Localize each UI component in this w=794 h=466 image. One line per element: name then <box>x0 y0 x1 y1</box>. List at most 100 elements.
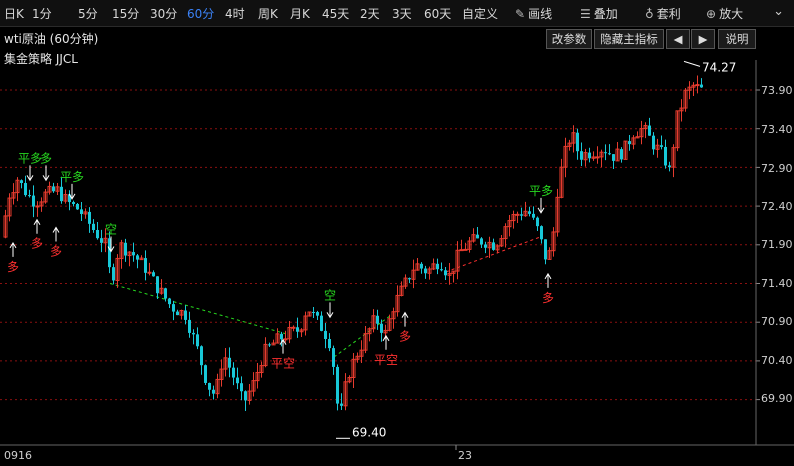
candle-body <box>204 365 207 383</box>
period-1m[interactable]: 1分 <box>32 5 52 22</box>
candle-body <box>72 202 75 204</box>
high-marker-line <box>683 60 701 67</box>
y-tick-label: 69.90 <box>761 392 793 405</box>
help-button[interactable]: 说明 <box>718 29 756 49</box>
candle-body <box>440 269 443 271</box>
candle-body <box>380 323 383 333</box>
signal-label: 多 <box>7 260 19 274</box>
candle-body <box>188 319 191 333</box>
candle-body <box>595 156 600 159</box>
candle-body <box>515 213 520 216</box>
chevron-down-icon[interactable]: ⌄ <box>773 4 784 19</box>
prev-button[interactable]: ◀ <box>666 29 690 49</box>
draw-line-button[interactable]: ✎ 画线 <box>515 5 552 22</box>
candle-body <box>668 165 671 168</box>
candle-body <box>124 242 127 256</box>
pencil-icon: ✎ <box>515 7 526 21</box>
next-button[interactable]: ▶ <box>691 29 715 49</box>
candle-body <box>648 125 651 136</box>
y-tick-label: 72.40 <box>761 200 793 213</box>
period-60d[interactable]: 60天 <box>424 5 451 22</box>
overlay-label: 叠加 <box>593 7 618 21</box>
stack-icon: ☰ <box>580 7 591 21</box>
candle-body <box>28 195 31 197</box>
candle-body <box>480 238 483 245</box>
zoom-button[interactable]: ⊕ 放大 <box>706 5 743 22</box>
zoom-in-icon: ⊕ <box>706 7 717 21</box>
draw-line-label: 画线 <box>528 7 553 21</box>
candle-body <box>700 84 703 88</box>
candle-body <box>212 389 215 394</box>
candle-body <box>628 141 631 145</box>
signal-label: 多 <box>31 237 43 251</box>
period-3d[interactable]: 3天 <box>392 5 412 22</box>
candle-body <box>147 271 152 274</box>
candle-body <box>268 344 271 346</box>
overlay-button[interactable]: ☰ 叠加 <box>580 5 618 22</box>
candle-body <box>376 315 379 324</box>
period-15m[interactable]: 15分 <box>112 5 139 22</box>
candle-body <box>576 132 579 152</box>
candle-body <box>492 242 495 250</box>
edit-params-button[interactable]: 改参数 <box>546 29 592 49</box>
period-60m[interactable]: 60分 <box>187 5 214 22</box>
candle-body <box>660 145 663 147</box>
candle-body <box>152 272 155 277</box>
candle-body <box>408 278 411 280</box>
candle-body <box>184 310 187 320</box>
signal-label: 多 <box>50 244 62 258</box>
period-4h[interactable]: 4时 <box>225 5 245 22</box>
candle-body <box>444 270 447 276</box>
money-bag-icon: ♁ <box>645 7 654 21</box>
candle-body <box>196 334 199 347</box>
candle-body <box>528 211 531 214</box>
candle-body <box>92 223 95 231</box>
arbitrage-label: 套利 <box>656 7 681 21</box>
candle-body <box>324 330 327 340</box>
period-daily[interactable]: 日K <box>4 5 24 22</box>
signal-label: 平空 <box>271 357 295 371</box>
y-tick-label: 73.90 <box>761 84 793 97</box>
candle-body <box>236 377 239 384</box>
signal-label: 平空 <box>374 353 398 367</box>
signal-label: 多 <box>40 151 52 165</box>
candle-body <box>316 312 319 316</box>
candle-body <box>156 276 159 294</box>
period-45d[interactable]: 45天 <box>322 5 349 22</box>
candle-body <box>332 348 335 367</box>
hide-main-indicator-button[interactable]: 隐藏主指标 <box>594 29 664 49</box>
period-5m[interactable]: 5分 <box>78 5 98 22</box>
y-tick-label: 71.90 <box>761 238 793 251</box>
zoom-label: 放大 <box>719 7 744 21</box>
candle-body <box>604 152 607 154</box>
signal-label: 平多 <box>18 151 42 165</box>
y-tick-label: 72.90 <box>761 162 793 175</box>
y-tick-label: 70.90 <box>761 315 793 328</box>
candle-body <box>608 153 611 155</box>
period-2d[interactable]: 2天 <box>360 5 380 22</box>
period-monthly[interactable]: 月K <box>290 5 310 22</box>
candle-body <box>620 149 623 160</box>
candle-body <box>420 263 423 269</box>
candle-body <box>463 248 468 251</box>
arbitrage-button[interactable]: ♁ 套利 <box>645 5 681 22</box>
candle-body <box>312 311 315 313</box>
period-30m[interactable]: 30分 <box>150 5 177 22</box>
period-toolbar: 日K 1分 5分 15分 30分 60分 4时 周K 月K 45天 2天 3天 … <box>0 0 794 27</box>
candle-body <box>328 339 331 349</box>
period-weekly[interactable]: 周K <box>258 5 278 22</box>
candle-body <box>32 195 35 207</box>
high-price-label: 74.27 <box>702 60 736 74</box>
candle-body <box>96 230 99 239</box>
y-tick-label: 70.40 <box>761 354 793 367</box>
candle-body <box>296 327 299 332</box>
period-custom[interactable]: 自定义 <box>462 5 498 22</box>
candlestick-chart[interactable]: 74.2769.40 多平多多多多平多空平空空平空多平多多 <box>0 60 794 466</box>
signal-label: 多 <box>399 330 411 344</box>
candle-body <box>291 326 296 329</box>
trend-line-short <box>109 283 287 335</box>
candle-body <box>88 211 91 224</box>
candle-body <box>244 391 247 401</box>
candle-body <box>60 186 63 202</box>
x-tick-label: 23 <box>458 449 472 462</box>
